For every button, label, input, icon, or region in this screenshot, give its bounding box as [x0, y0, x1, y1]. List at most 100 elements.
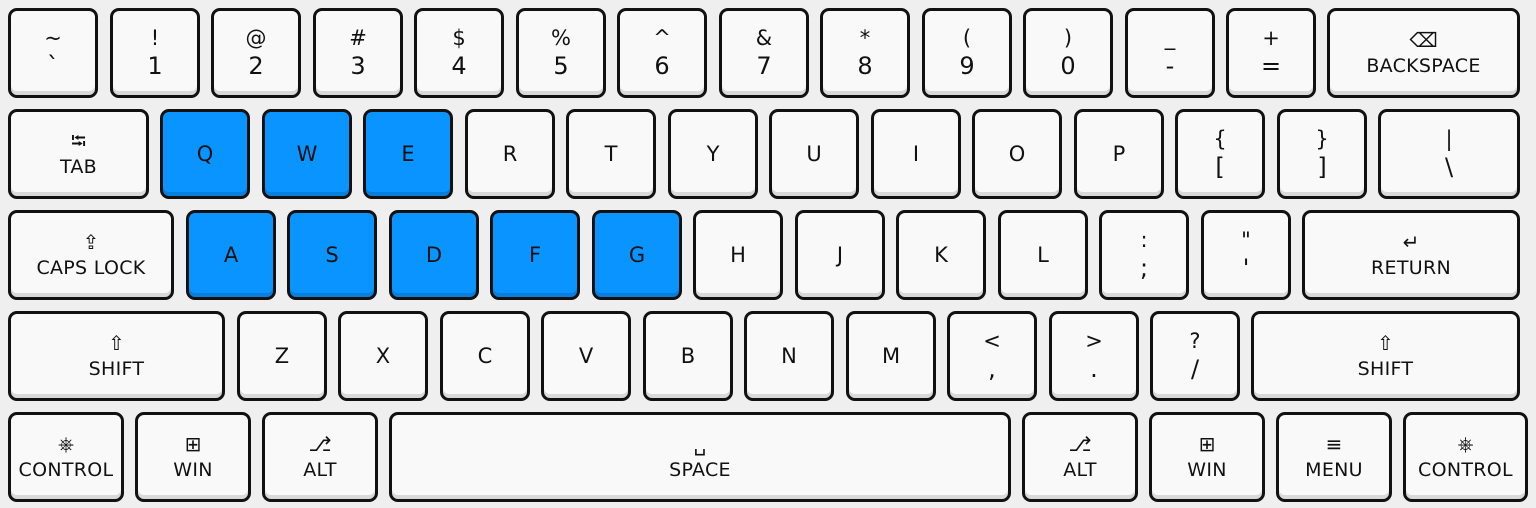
key-g[interactable]: G — [592, 210, 682, 300]
key-symbol: 0 — [1060, 52, 1076, 80]
key-s[interactable]: S — [287, 210, 377, 300]
key-return[interactable]: ↵ RETURN — [1302, 210, 1520, 300]
key-symbol: = — [1260, 52, 1282, 80]
key-control[interactable]: ⎈ CONTROL — [1403, 412, 1528, 502]
key-symbol: 9 — [959, 52, 975, 80]
menu-icon: ≡ — [1325, 432, 1343, 456]
key-t[interactable]: T — [566, 109, 656, 199]
key-7[interactable]: & 7 — [719, 8, 809, 98]
key-label: ALT — [1063, 459, 1097, 481]
key-o[interactable]: O — [972, 109, 1062, 199]
key-symbol[interactable]: {[ — [1175, 109, 1265, 199]
caps-lock-icon: ⇪ — [82, 230, 100, 254]
key-0[interactable]: ) 0 — [1023, 8, 1113, 98]
key-h[interactable]: H — [693, 210, 783, 300]
key-symbol: 3 — [350, 52, 366, 80]
key-symbol: ; — [1139, 254, 1149, 282]
key-symbol[interactable]: ? / — [1150, 311, 1240, 401]
key-symbol[interactable]: _ - — [1125, 8, 1215, 98]
key-2[interactable]: @2 — [211, 8, 301, 98]
key-symbol: ' — [1242, 254, 1250, 282]
key-symbol: ` — [47, 52, 59, 80]
key-menu[interactable]: ≡ MENU — [1276, 412, 1392, 502]
key-label: F — [528, 243, 542, 267]
key-6[interactable]: ^ 6 — [617, 8, 707, 98]
key-backspace[interactable]: ⌫ BACKSPACE — [1327, 8, 1520, 98]
key-shift[interactable]: ⇧ SHIFT — [1251, 311, 1520, 401]
key-symbol[interactable]: >. — [1049, 311, 1139, 401]
key-win[interactable]: ⊞ WIN — [135, 412, 251, 502]
key-label: V — [578, 344, 594, 368]
key-p[interactable]: P — [1074, 109, 1164, 199]
key-win[interactable]: ⊞ WIN — [1149, 412, 1265, 502]
key-alt[interactable]: ⎇ ALT — [1022, 412, 1138, 502]
key-space[interactable]: ␣ SPACE — [389, 412, 1011, 502]
key-b[interactable]: B — [643, 311, 733, 401]
key-l[interactable]: L — [998, 210, 1088, 300]
key-label: SHIFT — [1357, 358, 1414, 380]
key-symbol: . — [1090, 355, 1098, 383]
key-k[interactable]: K — [896, 210, 986, 300]
key-label: RETURN — [1371, 257, 1451, 279]
key-tab[interactable]: ⭾ TAB — [8, 109, 149, 199]
key-label: H — [730, 243, 746, 267]
key-q[interactable]: Q — [160, 109, 250, 199]
key-shift-symbol: ? — [1189, 329, 1201, 353]
key-x[interactable]: X — [338, 311, 428, 401]
key-label: W — [296, 142, 318, 166]
key-1[interactable]: ! 1 — [110, 8, 200, 98]
shift-icon: ⇧ — [108, 331, 125, 355]
key-r[interactable]: R — [465, 109, 555, 199]
key-alt[interactable]: ⎇ ALT — [262, 412, 378, 502]
key-y[interactable]: Y — [668, 109, 758, 199]
key-label: SHIFT — [88, 358, 145, 380]
key-c[interactable]: C — [440, 311, 530, 401]
key-f[interactable]: F — [490, 210, 580, 300]
key-label: WIN — [1187, 459, 1227, 481]
key-u[interactable]: U — [769, 109, 859, 199]
key-symbol[interactable]: ~ ` — [8, 8, 98, 98]
key-shift[interactable]: ⇧ SHIFT — [8, 311, 225, 401]
key-symbol: 1 — [147, 52, 163, 80]
key-shift-symbol: ) — [1063, 26, 1073, 50]
key-9[interactable]: (9 — [922, 8, 1012, 98]
alt-icon: ⎇ — [308, 432, 332, 456]
key-symbol[interactable]: :; — [1099, 210, 1189, 300]
key-n[interactable]: N — [744, 311, 834, 401]
alt-icon: ⎇ — [1068, 432, 1092, 456]
key-symbol: 8 — [857, 52, 873, 80]
key-symbol[interactable]: " ' — [1201, 210, 1291, 300]
key-3[interactable]: #3 — [313, 8, 403, 98]
key-m[interactable]: M — [846, 311, 936, 401]
key-control[interactable]: ⎈ CONTROL — [8, 412, 124, 502]
key-label: E — [401, 142, 415, 166]
key-label: G — [628, 243, 646, 267]
key-label: X — [375, 344, 391, 368]
key-j[interactable]: J — [795, 210, 885, 300]
key-d[interactable]: D — [389, 210, 479, 300]
key-z[interactable]: Z — [237, 311, 327, 401]
key-symbol: 2 — [248, 52, 264, 80]
key-a[interactable]: A — [186, 210, 276, 300]
key-caps-lock[interactable]: ⇪ CAPS LOCK — [8, 210, 174, 300]
key-v[interactable]: V — [541, 311, 631, 401]
key-symbol[interactable]: <, — [947, 311, 1037, 401]
key-label: WIN — [173, 459, 213, 481]
key-8[interactable]: * 8 — [820, 8, 910, 98]
key-shift-symbol: } — [1315, 127, 1329, 151]
key-5[interactable]: % 5 — [516, 8, 606, 98]
key-e[interactable]: E — [363, 109, 453, 199]
key-i[interactable]: I — [871, 109, 961, 199]
key-label: B — [680, 344, 696, 368]
tab-icon: ⭾ — [70, 129, 87, 153]
key-4[interactable]: $4 — [414, 8, 504, 98]
control-icon: ⎈ — [1457, 432, 1474, 456]
key-label: C — [477, 344, 493, 368]
key-w[interactable]: W — [262, 109, 352, 199]
key-symbol[interactable]: }] — [1277, 109, 1367, 199]
key-symbol[interactable]: + = — [1226, 8, 1316, 98]
key-shift-symbol: # — [349, 26, 367, 50]
key-symbol: [ — [1215, 153, 1225, 181]
key-symbol[interactable]: | \ — [1378, 109, 1520, 199]
key-label: M — [881, 344, 901, 368]
